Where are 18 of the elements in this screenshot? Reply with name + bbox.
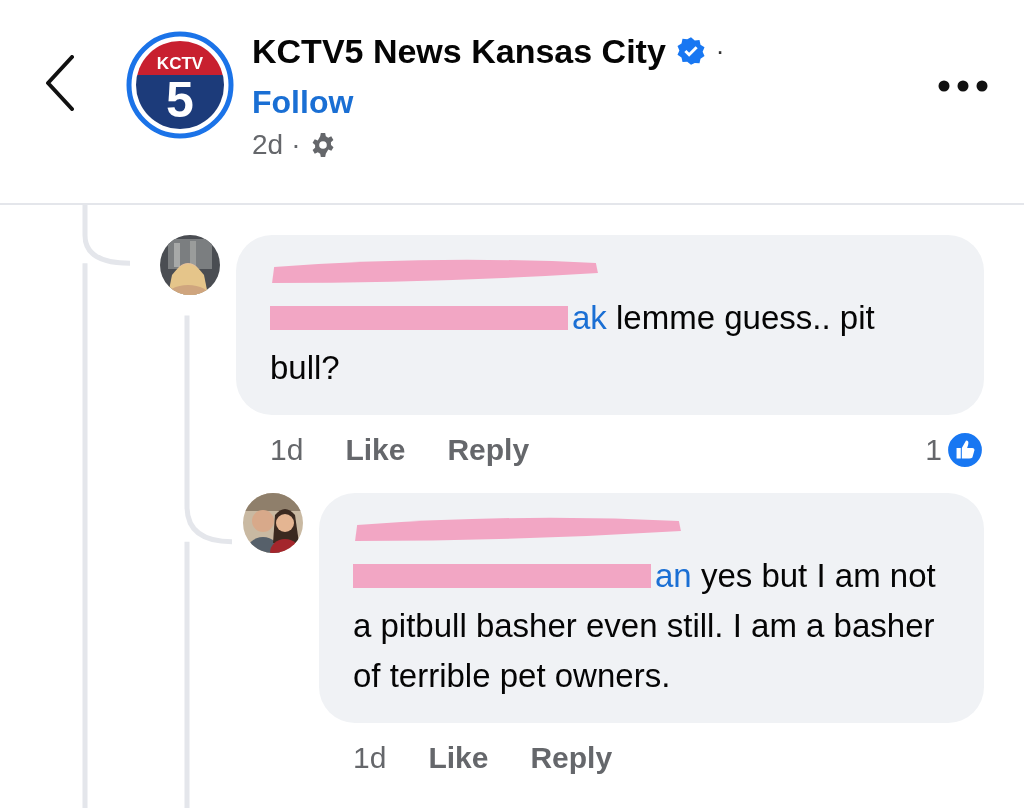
like-button[interactable]: Like	[345, 433, 406, 467]
reaction-count: 1	[925, 433, 942, 467]
follow-link[interactable]: Follow	[252, 84, 354, 121]
back-icon[interactable]	[44, 55, 76, 111]
comment-text: ak lemme guess.. pit bull?	[270, 298, 876, 388]
comment-text: an yes but I am not a pitbull basher even still. I am a basher of terrible pet owners.	[353, 556, 937, 696]
separator-dot: ·	[291, 129, 301, 161]
page-name[interactable]: KCTV5 News Kansas City	[252, 31, 666, 71]
separator-dot: ·	[715, 35, 725, 67]
post-time: 2d	[252, 129, 284, 161]
comment-time: 1d	[270, 433, 304, 467]
more-options-icon[interactable]	[938, 80, 988, 92]
thumbs-up-icon	[946, 431, 984, 469]
like-button[interactable]: Like	[428, 741, 489, 775]
reply-button[interactable]: Reply	[530, 741, 613, 775]
channel-logo[interactable]: KCTV 5	[126, 31, 234, 139]
reply-button[interactable]: Reply	[447, 433, 530, 467]
comment-time: 1d	[353, 741, 387, 775]
